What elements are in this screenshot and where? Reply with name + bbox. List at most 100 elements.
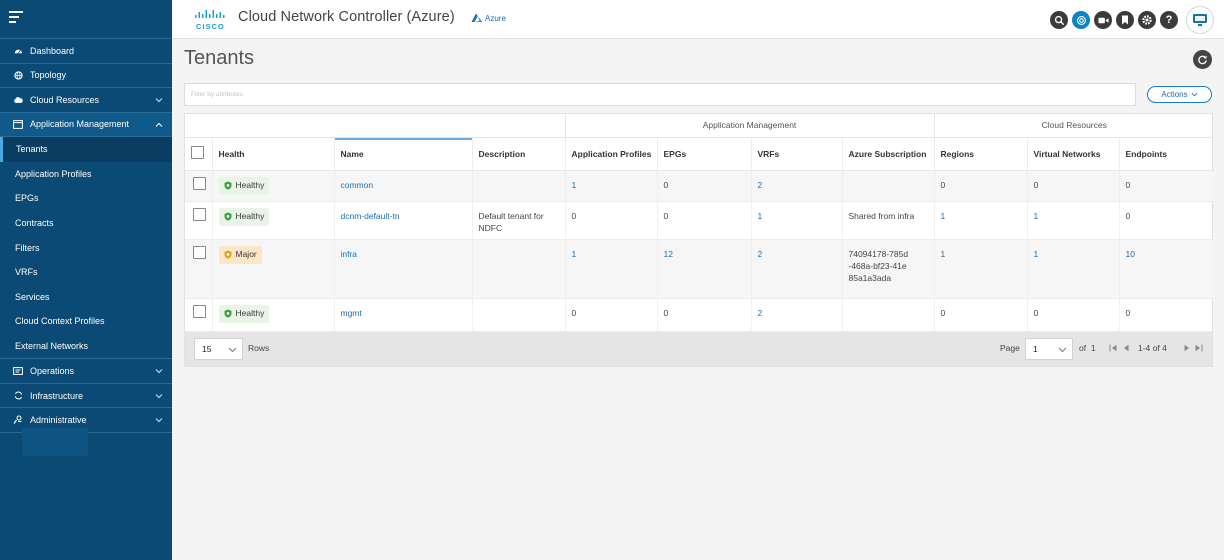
sidebar-item-application-management[interactable]: Application Management (0, 112, 172, 137)
sidebar-item-label: Operations (30, 366, 75, 377)
sidebar-subitem-epgs[interactable]: EPGs (0, 186, 172, 211)
row-checkbox[interactable] (193, 176, 206, 190)
tenant-link[interactable]: dcnm-default-tn (341, 211, 400, 221)
app-profiles-link[interactable]: 1 (572, 180, 577, 190)
description-cell: Default tenant for NDFC (471, 201, 565, 239)
dashboard-icon (12, 45, 24, 57)
sidebar-item-dashboard[interactable]: Dashboard (0, 39, 172, 64)
cloud-icon (12, 94, 24, 106)
app-profiles-link[interactable]: 1 (572, 249, 577, 259)
last-page-icon[interactable] (1193, 342, 1203, 354)
vrfs-link[interactable]: 2 (758, 308, 763, 318)
column-header-regions[interactable]: Regions (933, 137, 1027, 171)
vrfs-cell: 2 (750, 298, 842, 331)
regions-cell: 1 (933, 239, 1027, 298)
table-row[interactable]: Healthy common 1 0 2 0 0 0 (185, 170, 1215, 201)
table-pagination: 15 Rows Page 1 of 1 1-4 of 4 (185, 331, 1212, 366)
rows-per-page-select[interactable]: 15 (194, 337, 243, 360)
tenant-link[interactable]: mgmt (341, 308, 362, 318)
column-header-virtual-networks[interactable]: Virtual Networks (1026, 137, 1119, 171)
vnets-link[interactable]: 1 (1034, 249, 1039, 259)
app-profiles-cell: 0 (564, 201, 657, 239)
sidebar-subitem-filters[interactable]: Filters (0, 235, 172, 260)
vrfs-link[interactable]: 1 (758, 211, 763, 221)
vnets-link[interactable]: 1 (1034, 211, 1039, 221)
endpoints-link[interactable]: 10 (1126, 249, 1135, 259)
epgs-link[interactable]: 12 (664, 249, 673, 259)
app-profiles-cell: 0 (564, 298, 657, 331)
sidebar-item-topology[interactable]: Topology (0, 64, 172, 88)
column-header-health[interactable]: Health (211, 137, 334, 171)
filter-input[interactable] (184, 83, 1136, 106)
column-header-epgs[interactable]: EPGs (656, 137, 751, 171)
group-header-empty (185, 114, 565, 138)
row-checkbox[interactable] (193, 304, 206, 318)
sidebar-subitem-cloud-context-profiles[interactable]: Cloud Context Profiles (0, 309, 172, 334)
select-all-checkbox[interactable] (191, 146, 204, 159)
sidebar-item-cloud-resources[interactable]: Cloud Resources (0, 88, 172, 113)
next-page-icon[interactable] (1182, 342, 1192, 354)
first-page-icon[interactable] (1108, 342, 1118, 354)
sidebar-item-label: Cloud Resources (30, 94, 100, 105)
table-row[interactable]: Healthy dcnm-default-tn Default tenant f… (185, 201, 1215, 239)
sidebar-subitem-vrfs[interactable]: VRFs (0, 260, 172, 285)
row-checkbox[interactable] (193, 245, 206, 259)
status-badge: Healthy (218, 304, 270, 323)
sidebar-subitem-contracts[interactable]: Contracts (0, 211, 172, 236)
status-badge: Major (218, 245, 262, 264)
actions-button[interactable]: Actions (1147, 86, 1212, 103)
sidebar-subitem-application-profiles[interactable]: Application Profiles (0, 162, 172, 187)
sidebar-placeholder (22, 428, 88, 456)
endpoints-cell: 0 (1118, 170, 1215, 201)
operations-icon (12, 365, 24, 377)
page-range-label: 1-4 of 4 (1138, 342, 1167, 353)
column-header-endpoints[interactable]: Endpoints (1118, 137, 1215, 171)
tenant-link[interactable]: infra (341, 249, 358, 259)
sidebar-item-operations[interactable]: Operations (0, 359, 172, 384)
refresh-icon[interactable] (1193, 50, 1212, 69)
table-row[interactable]: Major infra 1 12 2 74094178-785d-468a-bf… (185, 239, 1215, 298)
row-checkbox[interactable] (193, 207, 206, 221)
health-cell: Major (211, 239, 334, 298)
app-window-icon (12, 118, 24, 130)
vrfs-cell: 1 (750, 201, 842, 239)
regions-link[interactable]: 1 (941, 249, 946, 259)
header-icons: ? (1050, 6, 1214, 34)
gear-icon[interactable] (1138, 11, 1156, 29)
search-icon[interactable] (1050, 11, 1068, 29)
column-header-description[interactable]: Description (471, 137, 565, 171)
regions-link[interactable]: 1 (941, 211, 946, 221)
column-header-azure-subscription[interactable]: Azure Subscription (841, 137, 934, 171)
group-header-cloud-resources: Cloud Resources (933, 114, 1215, 138)
vrfs-link[interactable]: 2 (758, 249, 763, 259)
column-header-vrfs[interactable]: VRFs (750, 137, 842, 171)
prev-page-icon[interactable] (1121, 342, 1131, 354)
sidebar-subitem-external-networks[interactable]: External Networks (0, 334, 172, 359)
vrfs-link[interactable]: 2 (758, 180, 763, 190)
column-header-name[interactable]: Name (333, 137, 472, 171)
sidebar-subitem-tenants[interactable]: Tenants (0, 137, 172, 162)
screen-icon[interactable] (1186, 6, 1214, 34)
epgs-cell: 0 (656, 170, 751, 201)
azure-tag: Azure (471, 13, 506, 23)
video-icon[interactable] (1094, 11, 1112, 29)
regions-cell: 0 (933, 170, 1027, 201)
page-title: Tenants (184, 47, 255, 69)
bookmark-icon[interactable] (1116, 11, 1134, 29)
name-cell: dcnm-default-tn (333, 201, 472, 239)
column-header-application-profiles[interactable]: Application Profiles (564, 137, 657, 171)
target-icon[interactable] (1072, 11, 1090, 29)
hamburger-menu-icon[interactable] (9, 11, 23, 23)
sidebar-item-infrastructure[interactable]: Infrastructure (0, 384, 172, 409)
status-text: Healthy (235, 308, 265, 319)
status-text: Healthy (235, 211, 265, 222)
page-select[interactable]: 1 (1025, 337, 1073, 360)
help-icon[interactable]: ? (1160, 11, 1178, 29)
chevron-down-icon (155, 418, 163, 423)
vnets-cell: 1 (1026, 201, 1119, 239)
table-row[interactable]: Healthy mgmt 0 0 2 0 0 0 (185, 298, 1215, 331)
tenant-link[interactable]: common (341, 180, 374, 190)
chevron-down-icon (1191, 92, 1198, 97)
sidebar-subitem-services[interactable]: Services (0, 285, 172, 310)
status-badge: Healthy (218, 176, 270, 195)
